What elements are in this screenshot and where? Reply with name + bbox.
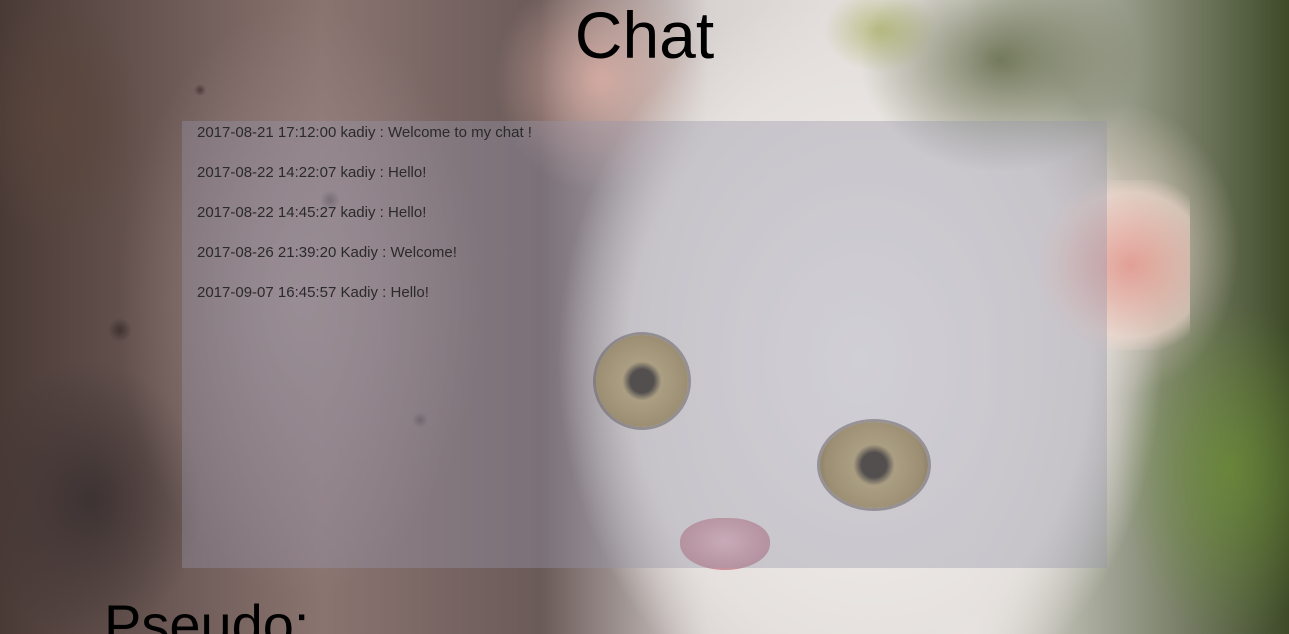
message-user: Kadiy [340, 244, 378, 261]
message-separator: : [379, 164, 384, 181]
message-separator: : [379, 124, 384, 141]
message-separator: : [382, 244, 387, 261]
message-timestamp: 2017-08-22 14:45:27 [197, 204, 337, 221]
message-user: kadiy [340, 124, 376, 141]
message-user: Kadiy [340, 284, 378, 301]
chat-messages-box[interactable]: 2017-08-21 17:12:00 kadiy : Welcome to m… [182, 121, 1107, 568]
message-user: kadiy [340, 204, 376, 221]
message-text: Hello! [388, 164, 427, 181]
page-title: Chat [574, 0, 715, 72]
message-text: Hello! [388, 204, 427, 221]
chat-message: 2017-08-21 17:12:00 kadiy : Welcome to m… [197, 121, 532, 145]
message-separator: : [382, 284, 387, 301]
message-user: kadiy [340, 164, 376, 181]
chat-message: 2017-09-07 16:45:57 Kadiy : Hello! [197, 281, 429, 305]
message-timestamp: 2017-08-26 21:39:20 [197, 244, 337, 261]
message-text: Welcome to my chat ! [388, 124, 532, 141]
pseudo-label: Pseudo: [104, 593, 310, 634]
message-separator: : [379, 204, 384, 221]
chat-message: 2017-08-26 21:39:20 Kadiy : Welcome! [197, 241, 457, 265]
chat-page: Chat 2017-08-21 17:12:00 kadiy : Welcome… [0, 0, 1289, 634]
message-timestamp: 2017-08-22 14:22:07 [197, 164, 337, 181]
chat-message: 2017-08-22 14:22:07 kadiy : Hello! [197, 161, 426, 185]
chat-message: 2017-08-22 14:45:27 kadiy : Hello! [197, 201, 426, 225]
message-text: Hello! [390, 284, 429, 301]
message-timestamp: 2017-08-21 17:12:00 [197, 124, 337, 141]
message-text: Welcome! [390, 244, 457, 261]
message-timestamp: 2017-09-07 16:45:57 [197, 284, 337, 301]
